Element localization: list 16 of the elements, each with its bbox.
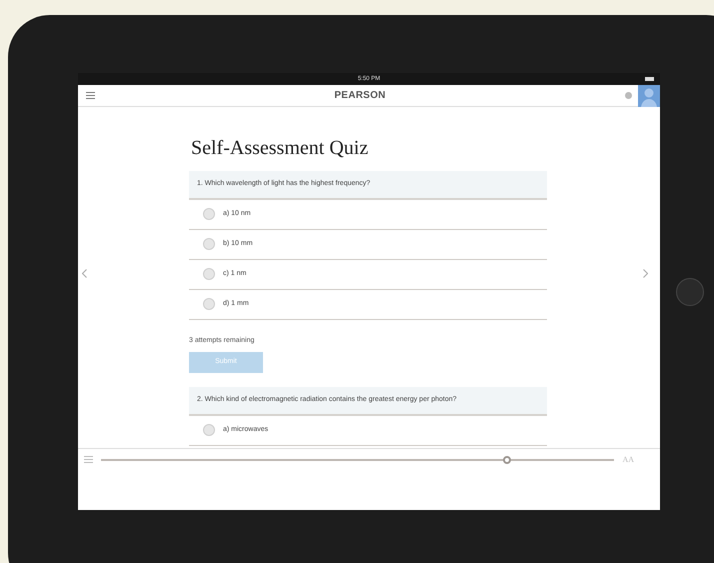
- progress-thumb[interactable]: [502, 456, 511, 464]
- menu-icon[interactable]: [86, 92, 95, 99]
- radio-button[interactable]: [203, 208, 215, 220]
- avatar-icon[interactable]: [638, 84, 660, 106]
- list-icon[interactable]: [84, 456, 93, 463]
- battery-icon: [645, 77, 654, 81]
- chevron-left-icon[interactable]: [82, 269, 87, 278]
- radio-button[interactable]: [203, 238, 215, 250]
- chevron-right-icon[interactable]: [643, 269, 648, 278]
- quiz-title: Self-Assessment Quiz: [191, 136, 370, 161]
- radio-button[interactable]: [203, 298, 215, 310]
- font-size-button[interactable]: AA: [622, 454, 634, 466]
- radio-button[interactable]: [203, 424, 215, 436]
- header-logo: PEARSON: [334, 89, 386, 103]
- home-button[interactable]: [676, 278, 704, 306]
- radio-button[interactable]: [203, 268, 215, 280]
